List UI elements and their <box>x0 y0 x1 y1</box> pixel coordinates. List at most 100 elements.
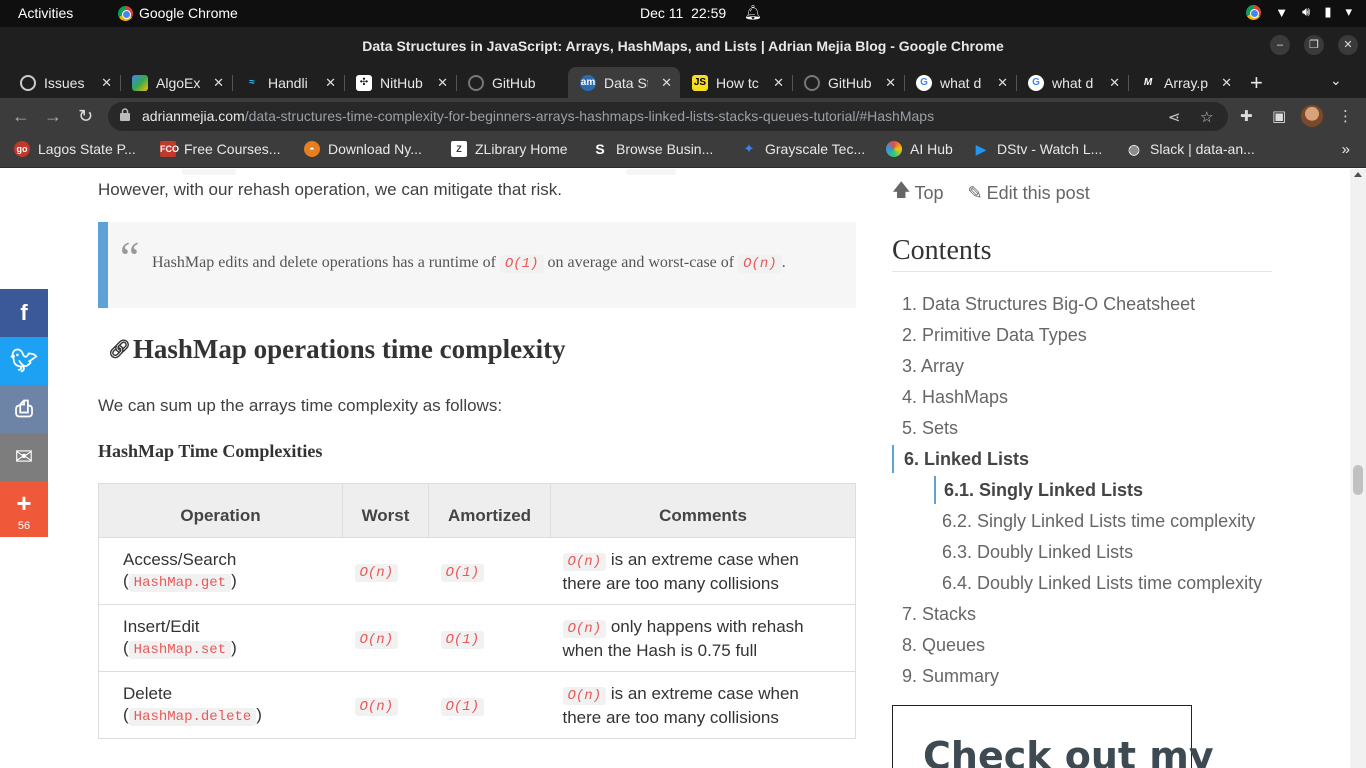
close-tab-icon[interactable]: ✕ <box>437 75 448 91</box>
profile-avatar[interactable] <box>1301 105 1323 127</box>
tab-6[interactable]: JS How tc ✕ <box>680 67 793 98</box>
reload-button[interactable]: ↻ <box>78 106 93 127</box>
bookmark-star-icon[interactable]: ☆ <box>1200 108 1213 126</box>
side-panel-icon[interactable]: ▣ <box>1272 107 1286 125</box>
comment-text: is an extreme case when <box>610 549 799 569</box>
arrow-up-icon: 🡅 <box>892 180 911 200</box>
toc-item-active[interactable]: 6.1. Singly Linked Lists <box>944 480 1143 501</box>
inline-code: O(1) <box>440 564 485 582</box>
battery-icon: ▮ <box>1324 4 1332 19</box>
tab-1[interactable]: AlgoEx ✕ <box>120 67 233 98</box>
back-button[interactable]: ← <box>12 106 30 127</box>
bookmark-download[interactable]: ◓ Download Ny... <box>304 141 422 157</box>
extensions-icon[interactable]: ✚ <box>1240 107 1253 125</box>
toc-item[interactable]: 3. Array <box>902 356 964 377</box>
close-tab-icon[interactable]: ✕ <box>1109 75 1120 91</box>
more-share-button[interactable]: + 56 <box>0 481 48 537</box>
bell-icon[interactable]: 🔔︎ <box>744 4 762 21</box>
bookmark-browse[interactable]: S Browse Busin... <box>592 141 713 157</box>
tab-7[interactable]: GitHub ✕ <box>792 67 905 98</box>
bookmark-free-courses[interactable]: FCO Free Courses... <box>160 141 280 157</box>
toc-item[interactable]: 7. Stacks <box>902 604 976 625</box>
tab-4[interactable]: GitHub <box>456 67 568 98</box>
close-tab-icon[interactable]: ✕ <box>773 75 784 91</box>
bookmark-slack[interactable]: ◍ Slack | data-an... <box>1126 141 1255 157</box>
column-header: Comments <box>550 483 856 538</box>
clock[interactable]: Dec 11 22:59 <box>640 5 726 21</box>
close-tab-icon[interactable]: ✕ <box>661 75 672 91</box>
operation-cell: Insert/Edit(HashMap.set) <box>98 604 343 672</box>
minimize-button[interactable]: – <box>1270 35 1290 55</box>
close-tab-icon[interactable]: ✕ <box>997 75 1008 91</box>
toc-item[interactable]: 4. HashMaps <box>902 387 1008 408</box>
anchor-link-icon[interactable]: 🔗︎ <box>108 339 131 360</box>
toc-item[interactable]: 6.2. Singly Linked Lists time complexity <box>942 511 1255 532</box>
app-menu[interactable]: Google Chrome <box>118 5 238 21</box>
clipped-code <box>626 169 676 175</box>
tab-2[interactable]: ≈ Handli ✕ <box>232 67 345 98</box>
tab-label: Issues <box>44 74 85 91</box>
scroll-up-icon[interactable] <box>1354 172 1362 177</box>
tab-0[interactable]: Issues ✕ <box>8 67 121 98</box>
toc-item[interactable]: 5. Sets <box>902 418 958 439</box>
bookmark-dstv[interactable]: ▶ DStv - Watch L... <box>973 141 1103 157</box>
share-count: 56 <box>17 520 31 532</box>
promo-box[interactable]: Check out my <box>892 705 1214 768</box>
email-icon: ✉ <box>14 444 34 469</box>
close-window-button[interactable]: ✕ <box>1338 35 1358 55</box>
share-icon[interactable]: ⋖ <box>1168 108 1181 126</box>
system-top-bar: Activities Google Chrome Dec 11 22:59 🔔︎… <box>0 0 1366 27</box>
close-tab-icon[interactable]: ✕ <box>885 75 896 91</box>
app-name: Google Chrome <box>139 5 238 21</box>
toc-item[interactable]: 2. Primitive Data Types <box>902 325 1087 346</box>
close-tab-icon[interactable]: ✕ <box>325 75 336 91</box>
scrollbar-thumb[interactable] <box>1353 465 1363 495</box>
new-tab-button[interactable]: + <box>1250 70 1263 96</box>
bookmark-lagos[interactable]: go Lagos State P... <box>14 141 136 157</box>
maximize-button[interactable]: ❐ <box>1304 35 1324 55</box>
top-link[interactable]: 🡅 Top <box>892 178 944 208</box>
toc-item[interactable]: 9. Summary <box>902 666 999 687</box>
toc-item[interactable]: 6.3. Doubly Linked Lists <box>942 542 1133 563</box>
close-tab-icon[interactable]: ✕ <box>213 75 224 91</box>
edit-post-link[interactable]: ✎ Edit this post <box>968 178 1090 208</box>
zlibrary-icon: Z <box>451 141 467 157</box>
menu-kebab-icon[interactable]: ⋮ <box>1338 107 1353 125</box>
close-tab-icon[interactable]: ✕ <box>1221 75 1232 91</box>
forward-button[interactable]: → <box>44 106 62 127</box>
system-tray[interactable]: ▼ 🔊︎ ▮ ▾ <box>1246 4 1352 20</box>
table-header-row: Operation Worst Amortized Comments <box>98 483 856 538</box>
promo-text: Check out my <box>923 734 1214 768</box>
print-share-button[interactable]: ⎙ <box>0 385 48 433</box>
address-bar[interactable]: adrianmejia.com/data-structures-time-com… <box>108 102 1228 131</box>
twitter-share-button[interactable]: 🐦︎ <box>0 337 48 385</box>
quote-part: HashMap edits and delete operations has … <box>152 254 496 271</box>
close-tab-icon[interactable]: ✕ <box>101 75 112 91</box>
github-icon <box>20 74 36 91</box>
activities-button[interactable]: Activities <box>18 5 73 21</box>
email-share-button[interactable]: ✉ <box>0 433 48 481</box>
toc-item[interactable]: 1. Data Structures Big-O Cheatsheet <box>902 294 1195 315</box>
toc-item[interactable]: 8. Queues <box>902 635 985 656</box>
bookmark-ai-hub[interactable]: AI Hub <box>886 141 953 157</box>
pencil-icon: ✎ <box>967 182 983 203</box>
worst-cell: O(n) <box>342 671 429 739</box>
more-bookmarks-chevron-icon[interactable]: » <box>1342 141 1350 158</box>
tab-search-chevron-icon[interactable]: ⌄ <box>1330 72 1342 89</box>
bookmark-zlibrary[interactable]: Z ZLibrary Home <box>451 141 568 157</box>
tab-9[interactable]: G what d ✕ <box>1016 67 1129 98</box>
toc-item-active[interactable]: 6. Linked Lists <box>904 449 1029 470</box>
tab-label: How tc <box>716 74 759 91</box>
quote-icon: “ <box>120 233 140 282</box>
tab-3[interactable]: ✣ NitHub ✕ <box>344 67 457 98</box>
bookmark-grayscale[interactable]: ✦ Grayscale Tec... <box>741 141 866 157</box>
tab-5-active[interactable]: am Data St ✕ <box>568 67 680 98</box>
chevron-down-icon: ▾ <box>1345 4 1352 19</box>
tab-8[interactable]: G what d ✕ <box>904 67 1017 98</box>
toc-item[interactable]: 6.4. Doubly Linked Lists time complexity <box>942 573 1262 594</box>
facebook-share-button[interactable]: f <box>0 289 48 337</box>
inline-code: O(1) <box>499 255 544 273</box>
tab-label: GitHub <box>828 74 872 91</box>
url-text: adrianmejia.com/data-structures-time-com… <box>142 108 934 124</box>
tab-10[interactable]: M Array.p ✕ <box>1128 67 1240 98</box>
